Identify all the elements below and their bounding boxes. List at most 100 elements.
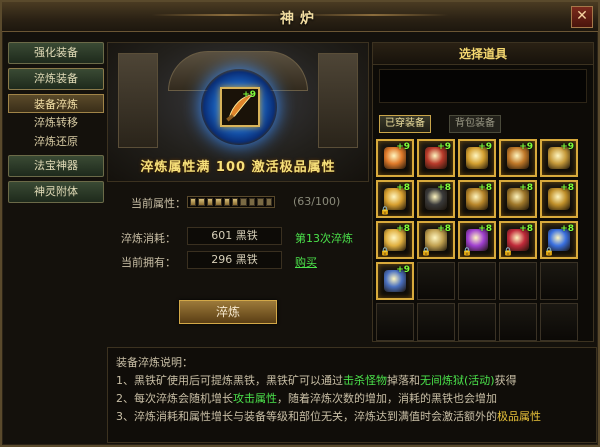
sidebar: 强化装备 淬炼装备 装备淬炼 淬炼转移 淬炼还原 法宝神器 神灵附体 <box>8 42 104 442</box>
equipment-level: +9 <box>396 265 410 275</box>
forge-stage: +9 淬炼属性满 100 激活极品属性 <box>107 42 369 182</box>
attribute-row: 当前属性： (63/100) <box>107 192 369 212</box>
attribute-count: (63/100) <box>293 195 341 208</box>
progress-segment <box>248 198 256 206</box>
progress-segment <box>257 198 264 206</box>
equipment-level: +8 <box>437 224 451 234</box>
lock-icon: 🔒 <box>462 247 472 256</box>
equipment-slot[interactable]: +8 <box>417 180 455 218</box>
equipment-slot[interactable]: +8 🔒 <box>540 221 578 259</box>
shen-lu-window: 神炉 ✕ 强化装备 淬炼装备 装备淬炼 淬炼转移 淬炼还原 法宝神器 神灵附体 … <box>0 0 600 447</box>
close-icon[interactable]: ✕ <box>571 6 593 28</box>
equipment-level: +8 <box>396 183 410 193</box>
lock-icon: 🔒 <box>380 206 390 215</box>
equipment-level: +9 <box>437 142 451 152</box>
equipment-level: +9 <box>519 142 533 152</box>
sidebar-subitem-temper-transfer[interactable]: 淬炼转移 <box>8 113 104 132</box>
equipment-slot[interactable]: +9 <box>458 139 496 177</box>
stone-pillar-right <box>318 53 358 148</box>
equipment-slot[interactable]: +8 🔒 <box>499 221 537 259</box>
description-title: 装备淬炼说明： <box>116 356 193 369</box>
own-value: 296 黑铁 <box>187 251 282 269</box>
equipment-slot[interactable]: +9 <box>376 262 414 300</box>
equipment-slot[interactable]: +9 <box>499 139 537 177</box>
stone-pillar-left <box>118 53 158 148</box>
equipment-slot[interactable]: +8 <box>458 180 496 218</box>
progress-segment <box>240 198 247 206</box>
buy-link[interactable]: 购买 <box>295 254 317 270</box>
consume-value: 601 黑铁 <box>187 227 282 245</box>
own-label: 当前拥有： <box>121 256 176 269</box>
equipment-slot[interactable]: +8 🔒 <box>458 221 496 259</box>
item-select-panel: 选择道具 已穿装备 背包装备 +9 +9 +9 +9 +9 +8 🔒 +8 +8 +8 +8 +8 🔒 +… <box>372 42 594 342</box>
equipment-slot[interactable]: +8 <box>540 180 578 218</box>
equipment-slot[interactable]: +8 <box>499 180 537 218</box>
progress-segment <box>198 198 205 206</box>
temper-description: 装备淬炼说明： 1、黑铁矿使用后可提炼黑铁，黑铁矿可以通过击杀怪物掉落和无间炼狱… <box>107 347 597 443</box>
max-attribute-banner: 淬炼属性满 100 激活极品属性 <box>140 160 336 175</box>
temper-count-note: 第13次淬炼 <box>295 232 353 245</box>
equipment-slot[interactable]: +9 <box>417 139 455 177</box>
attribute-label: 当前属性： <box>131 197 186 210</box>
progress-segment <box>206 198 214 206</box>
panel-title: 选择道具 <box>373 43 593 65</box>
empty-equipment-slot[interactable] <box>376 303 414 341</box>
equipment-slot[interactable]: +8 🔒 <box>376 180 414 218</box>
slot-level: +9 <box>242 90 256 100</box>
temper-button[interactable]: 淬炼 <box>179 300 277 324</box>
progress-segment <box>232 198 239 206</box>
empty-equipment-slot[interactable] <box>540 303 578 341</box>
tab-equipped[interactable]: 已穿装备 <box>379 115 431 133</box>
equipment-level: +8 <box>519 183 533 193</box>
equipment-level: +8 <box>519 224 533 234</box>
equipment-slot[interactable]: +9 <box>376 139 414 177</box>
window-title: 神炉 <box>280 11 320 27</box>
equipment-level: +9 <box>560 142 574 152</box>
sidebar-item-strengthen[interactable]: 强化装备 <box>8 42 104 64</box>
cost-info: 淬炼消耗： 601 黑铁 第13次淬炼 当前拥有： 296 黑铁 购买 <box>107 227 369 287</box>
selected-equipment-slot[interactable]: +9 <box>220 87 260 127</box>
equipment-slot[interactable]: +9 <box>540 139 578 177</box>
consume-label: 淬炼消耗： <box>121 232 176 245</box>
progress-segment <box>215 198 222 206</box>
progress-segment <box>190 198 197 206</box>
temper-area: +9 淬炼属性满 100 激活极品属性 当前属性： (63/100) 淬炼消耗：… <box>107 42 369 342</box>
tab-bag[interactable]: 背包装备 <box>449 115 501 133</box>
equipment-level: +9 <box>396 142 410 152</box>
equipment-tabs: 已穿装备 背包装备 <box>379 115 501 133</box>
equipment-level: +9 <box>478 142 492 152</box>
title-bar[interactable]: 神炉 ✕ <box>2 2 598 32</box>
empty-equipment-slot[interactable] <box>499 262 537 300</box>
sidebar-item-spirit[interactable]: 神灵附体 <box>8 181 104 203</box>
equipment-level: +8 <box>560 224 574 234</box>
equipment-level: +8 <box>396 224 410 234</box>
equipment-slot[interactable]: +8 🔒 <box>417 221 455 259</box>
description-line-3: 3、淬炼消耗和属性增长与装备等级和部位无关，淬炼达到满值时会激活额外的极品属性 <box>116 410 541 423</box>
sidebar-subitem-equip-temper[interactable]: 装备淬炼 <box>8 94 104 113</box>
lock-icon: 🔒 <box>503 247 513 256</box>
empty-equipment-slot[interactable] <box>540 262 578 300</box>
sidebar-subitem-temper-restore[interactable]: 淬炼还原 <box>8 132 104 151</box>
equipment-slot[interactable]: +8 🔒 <box>376 221 414 259</box>
empty-equipment-slot[interactable] <box>499 303 537 341</box>
lock-icon: 🔒 <box>380 247 390 256</box>
sidebar-item-artifact[interactable]: 法宝神器 <box>8 155 104 177</box>
attribute-progress-bar <box>187 196 275 208</box>
equipment-grid: +9 +9 +9 +9 +9 +8 🔒 +8 +8 +8 +8 +8 🔒 +8 🔒 +8 🔒 +8 🔒 +8 🔒 +9 <box>376 139 578 341</box>
progress-segment <box>265 198 273 206</box>
equipment-level: +8 <box>478 183 492 193</box>
lock-icon: 🔒 <box>544 247 554 256</box>
description-line-2: 2、每次淬炼会随机增长攻击属性，随着淬炼次数的增加，消耗的黑铁也会增加 <box>116 392 497 405</box>
description-line-1: 1、黑铁矿使用后可提炼黑铁，黑铁矿可以通过击杀怪物掉落和无间炼狱(活动)获得 <box>116 374 517 387</box>
empty-equipment-slot[interactable] <box>458 303 496 341</box>
empty-equipment-slot[interactable] <box>458 262 496 300</box>
equipment-level: +8 <box>478 224 492 234</box>
empty-equipment-slot[interactable] <box>417 303 455 341</box>
progress-segment <box>223 198 231 206</box>
equipment-level: +8 <box>437 183 451 193</box>
lock-icon: 🔒 <box>421 247 431 256</box>
equipment-level: +8 <box>560 183 574 193</box>
empty-equipment-slot[interactable] <box>417 262 455 300</box>
sidebar-item-temper-equipment[interactable]: 淬炼装备 <box>8 68 104 90</box>
item-info-box <box>379 69 587 103</box>
